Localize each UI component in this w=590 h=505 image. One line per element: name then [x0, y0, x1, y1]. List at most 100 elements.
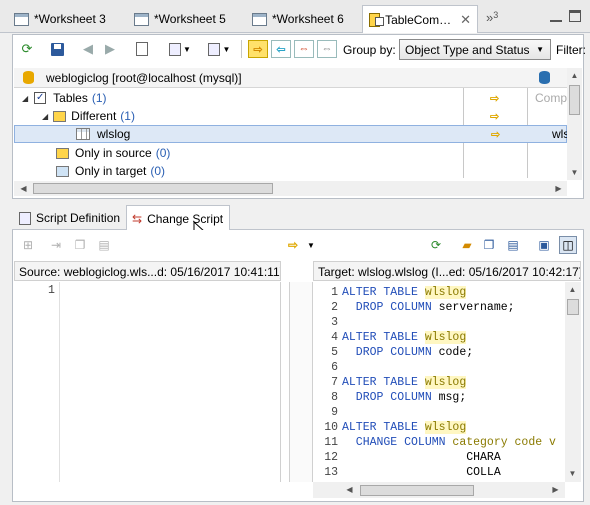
sql-keyword: DROP COLUMN: [342, 346, 439, 359]
tree-row-count: (1): [120, 109, 135, 123]
refresh-icon[interactable]: ⟳: [427, 236, 445, 254]
layout-single-icon[interactable]: ▣: [535, 236, 553, 254]
tab-label: Script Definition: [36, 211, 121, 225]
overflow-tabs-button[interactable]: » 3: [486, 10, 498, 25]
scroll-right-button[interactable]: ▶: [551, 181, 566, 196]
save-button[interactable]: [47, 39, 67, 59]
sql-text: COLLA: [342, 466, 501, 479]
show-different-toggle[interactable]: ⇔: [294, 40, 314, 58]
chevron-down-icon[interactable]: ▼: [302, 236, 320, 254]
script-line: 10 ALTER TABLE wlslog: [314, 420, 564, 435]
scroll-thumb[interactable]: [360, 485, 474, 496]
source-only-icon: [56, 147, 69, 159]
database-icon: [539, 71, 550, 84]
copy-script-icon[interactable]: ❐: [480, 236, 498, 254]
sql-worksheet-icon: [134, 12, 149, 26]
group-by-select[interactable]: Object Type and Status ▼: [399, 39, 551, 60]
arrow-right-icon[interactable]: ⇨: [284, 236, 302, 254]
scroll-up-button[interactable]: ▲: [567, 68, 582, 83]
tree-row-label: wlslog: [97, 127, 131, 141]
close-icon[interactable]: ✕: [460, 12, 471, 28]
arrow-right-icon: ⇨: [491, 128, 501, 141]
line-number: 10: [324, 421, 338, 434]
generate-script-dropdown[interactable]: ▼: [165, 39, 195, 59]
connections-button[interactable]: ⟳: [17, 39, 37, 59]
layout-split-icon[interactable]: ◫: [559, 236, 577, 254]
show-identical-toggle[interactable]: ⇔: [317, 40, 337, 58]
report-button[interactable]: [132, 39, 152, 59]
arrow-right-icon: ⇨: [253, 43, 263, 56]
previous-difference-button[interactable]: ◀: [78, 39, 98, 59]
tab-worksheet-6[interactable]: *Worksheet 6: [246, 6, 350, 32]
chevron-down-icon: ▼: [536, 45, 544, 54]
sql-file-icon[interactable]: ▤: [504, 236, 522, 254]
tree-row-label: Different: [71, 109, 117, 123]
chevron-down-icon: ▼: [222, 44, 231, 54]
sql-text: servername;: [438, 301, 515, 314]
copy-right-icon[interactable]: ⇥: [47, 236, 65, 254]
scroll-thumb[interactable]: [33, 183, 273, 194]
merge-icon[interactable]: ⊞: [19, 236, 37, 254]
arrow-right-icon: ⇨: [490, 110, 500, 123]
tree-row-only-in-source[interactable]: Only in source (0): [14, 144, 567, 162]
sql-text: msg;: [438, 391, 467, 404]
sql-export-icon[interactable]: ▤: [95, 236, 113, 254]
scroll-left-button[interactable]: ◀: [16, 181, 31, 196]
scroll-left-button[interactable]: ◀: [342, 482, 357, 497]
scroll-down-button[interactable]: ▼: [567, 165, 582, 180]
arrow-right-icon: ▶: [105, 41, 115, 56]
target-only-icon: [56, 165, 69, 177]
script-line: 2 DROP COLUMN servername;: [314, 300, 564, 315]
show-target-only-toggle[interactable]: ⇦: [271, 40, 291, 58]
next-difference-button[interactable]: ▶: [100, 39, 120, 59]
script-line: 6: [314, 360, 564, 375]
table-name-highlight: wlslog: [424, 331, 467, 344]
scroll-thumb[interactable]: [567, 299, 579, 315]
script-line: 4 ALTER TABLE wlslog: [314, 330, 564, 345]
line-number: 1: [331, 286, 338, 299]
expand-triangle-icon[interactable]: ◢: [22, 94, 28, 103]
sync-dropdown[interactable]: ▼: [202, 39, 236, 59]
document-icon: [136, 42, 148, 56]
tab-label: TableCom…: [385, 12, 452, 27]
globe-refresh-icon: ⟳: [21, 41, 33, 56]
scroll-thumb[interactable]: [569, 85, 580, 115]
arrow-left-icon: ⇦: [276, 43, 286, 56]
tree-row-only-in-target[interactable]: Only in target (0): [14, 162, 567, 180]
sql-keyword: ALTER TABLE: [342, 331, 425, 344]
tab-table-compare[interactable]: TableCom… ✕: [362, 5, 478, 33]
script-icon: [169, 42, 182, 56]
scroll-right-button[interactable]: ▶: [548, 482, 563, 497]
expand-triangle-icon[interactable]: ◢: [42, 112, 48, 121]
tab-worksheet-5[interactable]: *Worksheet 5: [128, 6, 232, 32]
line-number: 2: [331, 301, 338, 314]
toolbar-separator: [241, 40, 242, 58]
tab-script-definition[interactable]: Script Definition: [14, 207, 125, 229]
table-compare-icon: [369, 12, 384, 27]
script-line: 3: [314, 315, 564, 330]
scroll-down-button[interactable]: ▼: [565, 466, 580, 481]
target-pane-header: Target: wlslog.wlslog (I...ed: 05/16/201…: [313, 261, 581, 281]
sql-keyword: DROP COLUMN: [342, 391, 439, 404]
tree-row-count: (0): [150, 164, 166, 178]
maximize-button[interactable]: [569, 10, 581, 22]
copy-icon[interactable]: ❐: [71, 236, 89, 254]
scroll-up-button[interactable]: ▲: [565, 282, 580, 297]
tables-checkbox[interactable]: ✓: [34, 92, 47, 104]
tree-row-different[interactable]: ◢ Different (1) ⇨: [14, 107, 567, 125]
line-number: 9: [331, 406, 338, 419]
open-folder-icon[interactable]: ▰: [458, 236, 476, 254]
tab-worksheet-3[interactable]: *Worksheet 3: [8, 6, 112, 32]
tree-row-wlslog[interactable]: wlslog ⇨ wls: [14, 125, 569, 143]
show-source-only-toggle[interactable]: ⇨: [248, 40, 268, 58]
table-name-highlight: wlslog: [424, 421, 467, 434]
arrow-right-icon: ⇨: [490, 92, 500, 105]
line-number: 7: [331, 376, 338, 389]
tree-row-count: (1): [91, 91, 107, 105]
tree-row-tables[interactable]: ◢ ✓ Tables (1) ⇨ Comp: [14, 89, 567, 107]
minimize-button[interactable]: [550, 10, 562, 22]
database-icon: [23, 71, 34, 84]
source-header-text: Source: weblogiclog.wls...d: 05/16/2017 …: [19, 265, 281, 279]
tab-change-script[interactable]: ⇆ Change Script: [126, 205, 230, 231]
tab-label: *Worksheet 5: [154, 12, 226, 26]
